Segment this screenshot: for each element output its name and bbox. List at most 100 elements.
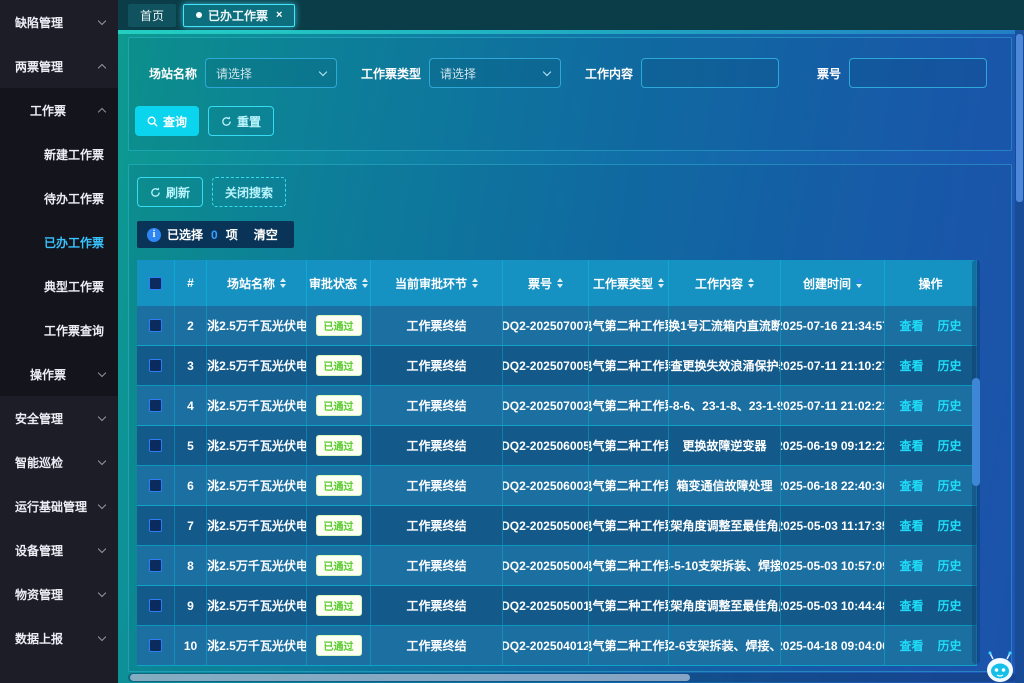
sidebar-item-操作票[interactable]: 操作票 — [0, 352, 118, 396]
cell-actions: 查看历史 — [885, 626, 977, 665]
sidebar-item-label: 设备管理 — [15, 542, 63, 559]
sidebar-item-数据上报[interactable]: 数据上报 — [0, 616, 118, 660]
view-link[interactable]: 查看 — [899, 437, 923, 454]
refresh-button[interactable]: 刷新 — [137, 177, 203, 207]
sidebar-item-新建工作票[interactable]: 新建工作票 — [0, 132, 118, 176]
sidebar-item-缺陷管理[interactable]: 缺陷管理 — [0, 0, 118, 44]
close-tab-icon[interactable]: × — [276, 10, 282, 21]
chevron-down-icon — [319, 68, 327, 76]
row-checkbox[interactable] — [149, 479, 162, 492]
history-link[interactable]: 历史 — [938, 517, 962, 534]
history-link[interactable]: 历史 — [938, 597, 962, 614]
cell-station: 临洮2.5万千瓦光伏电... — [207, 506, 307, 545]
column-header-check — [137, 260, 175, 306]
row-checkbox[interactable] — [149, 439, 162, 452]
chevron-down-icon — [98, 17, 106, 25]
sidebar-item-智能巡检[interactable]: 智能巡检 — [0, 440, 118, 484]
sidebar-item-label: 工作票 — [30, 102, 66, 119]
table-vertical-scrollbar-thumb[interactable] — [972, 378, 980, 486]
row-checkbox[interactable] — [149, 359, 162, 372]
history-link[interactable]: 历史 — [938, 557, 962, 574]
sidebar-item-已办工作票[interactable]: 已办工作票 — [0, 220, 118, 264]
row-checkbox[interactable] — [149, 599, 162, 612]
sidebar-item-物资管理[interactable]: 物资管理 — [0, 572, 118, 616]
horizontal-scrollbar-thumb[interactable] — [130, 674, 690, 681]
selection-clear-button[interactable]: 清空 — [254, 226, 278, 243]
ticket-type-select[interactable]: 请选择 — [429, 58, 561, 88]
page-vertical-scrollbar — [1015, 30, 1024, 683]
sidebar-item-运行基础管理[interactable]: 运行基础管理 — [0, 484, 118, 528]
cell-status: 已通过 — [307, 426, 371, 465]
view-link[interactable]: 查看 — [899, 317, 923, 334]
tab-首页[interactable]: 首页 — [128, 4, 176, 27]
row-checkbox[interactable] — [149, 559, 162, 572]
column-header-step: 当前审批环节 — [371, 260, 503, 306]
view-link[interactable]: 查看 — [899, 397, 923, 414]
search-button-label: 查询 — [163, 113, 187, 130]
row-checkbox[interactable] — [149, 639, 162, 652]
cell-step: 工作票终结 — [371, 546, 503, 585]
sort-icon[interactable] — [472, 278, 478, 288]
view-link[interactable]: 查看 — [899, 557, 923, 574]
cell-ticket_no: DQ2-202506002 — [503, 466, 589, 505]
cell-index: 4 — [175, 386, 207, 425]
search-button[interactable]: 查询 — [135, 106, 199, 136]
sidebar-item-设备管理[interactable]: 设备管理 — [0, 528, 118, 572]
cell-station: 临洮2.5万千瓦光伏电... — [207, 346, 307, 385]
row-checkbox[interactable] — [149, 519, 162, 532]
cell-type: 电气第二种工作票 — [589, 626, 669, 665]
sidebar-item-工作票[interactable]: 工作票 — [0, 88, 118, 132]
cell-created: 2025-05-03 10:57:09 — [781, 546, 885, 585]
sort-icon[interactable] — [658, 278, 664, 288]
sidebar-item-label: 两票管理 — [15, 58, 63, 75]
chevron-down-icon — [98, 633, 106, 641]
assistant-robot-icon[interactable] — [982, 651, 1018, 683]
page-vertical-scrollbar-thumb[interactable] — [1016, 34, 1023, 202]
station-select-value: 请选择 — [216, 65, 252, 82]
cell-type: 电气第二种工作票 — [589, 586, 669, 625]
sidebar-item-label: 数据上报 — [15, 630, 63, 647]
station-select[interactable]: 请选择 — [205, 58, 337, 88]
view-link[interactable]: 查看 — [899, 477, 923, 494]
sort-icon[interactable] — [856, 278, 862, 288]
sidebar-item-安全管理[interactable]: 安全管理 — [0, 396, 118, 440]
table-row: 9临洮2.5万千瓦光伏电...已通过工作票终结DQ2-202505001电气第二… — [137, 586, 977, 626]
cell-content: 4-2-6支架拆装、焊接、... — [669, 626, 781, 665]
work-content-input[interactable] — [641, 58, 779, 88]
tab-已办工作票[interactable]: 已办工作票× — [183, 4, 295, 27]
history-link[interactable]: 历史 — [938, 477, 962, 494]
sort-icon[interactable] — [362, 278, 368, 288]
history-link[interactable]: 历史 — [938, 637, 962, 654]
row-checkbox[interactable] — [149, 319, 162, 332]
chevron-down-icon — [98, 457, 106, 465]
cell-actions: 查看历史 — [885, 346, 977, 385]
history-link[interactable]: 历史 — [938, 437, 962, 454]
cell-type: 电气第二种工作票 — [589, 346, 669, 385]
sidebar-item-典型工作票[interactable]: 典型工作票 — [0, 264, 118, 308]
select-all-checkbox[interactable] — [149, 277, 162, 290]
view-link[interactable]: 查看 — [899, 637, 923, 654]
row-checkbox[interactable] — [149, 399, 162, 412]
cell-index: 7 — [175, 506, 207, 545]
close-search-button[interactable]: 关闭搜索 — [212, 177, 286, 207]
history-link[interactable]: 历史 — [938, 397, 962, 414]
sidebar-item-待办工作票[interactable]: 待办工作票 — [0, 176, 118, 220]
sort-icon[interactable] — [557, 278, 563, 288]
cell-station: 临洮2.5万千瓦光伏电... — [207, 426, 307, 465]
reset-button[interactable]: 重置 — [208, 106, 274, 136]
sort-icon[interactable] — [748, 278, 754, 288]
table-row: 2临洮2.5万千瓦光伏电...已通过工作票终结DQ2-202507007电气第二… — [137, 306, 977, 346]
sidebar-item-label: 工作票查询 — [44, 322, 104, 339]
tab-label: 首页 — [140, 7, 164, 24]
view-link[interactable]: 查看 — [899, 357, 923, 374]
view-link[interactable]: 查看 — [899, 517, 923, 534]
cell-created: 2025-07-16 21:34:57 — [781, 306, 885, 345]
history-link[interactable]: 历史 — [938, 357, 962, 374]
cell-type: 电气第二种工作票 — [589, 386, 669, 425]
history-link[interactable]: 历史 — [938, 317, 962, 334]
sidebar-item-两票管理[interactable]: 两票管理 — [0, 44, 118, 88]
sort-icon[interactable] — [280, 278, 286, 288]
view-link[interactable]: 查看 — [899, 597, 923, 614]
sidebar-item-工作票查询[interactable]: 工作票查询 — [0, 308, 118, 352]
ticket-no-input[interactable] — [849, 58, 987, 88]
